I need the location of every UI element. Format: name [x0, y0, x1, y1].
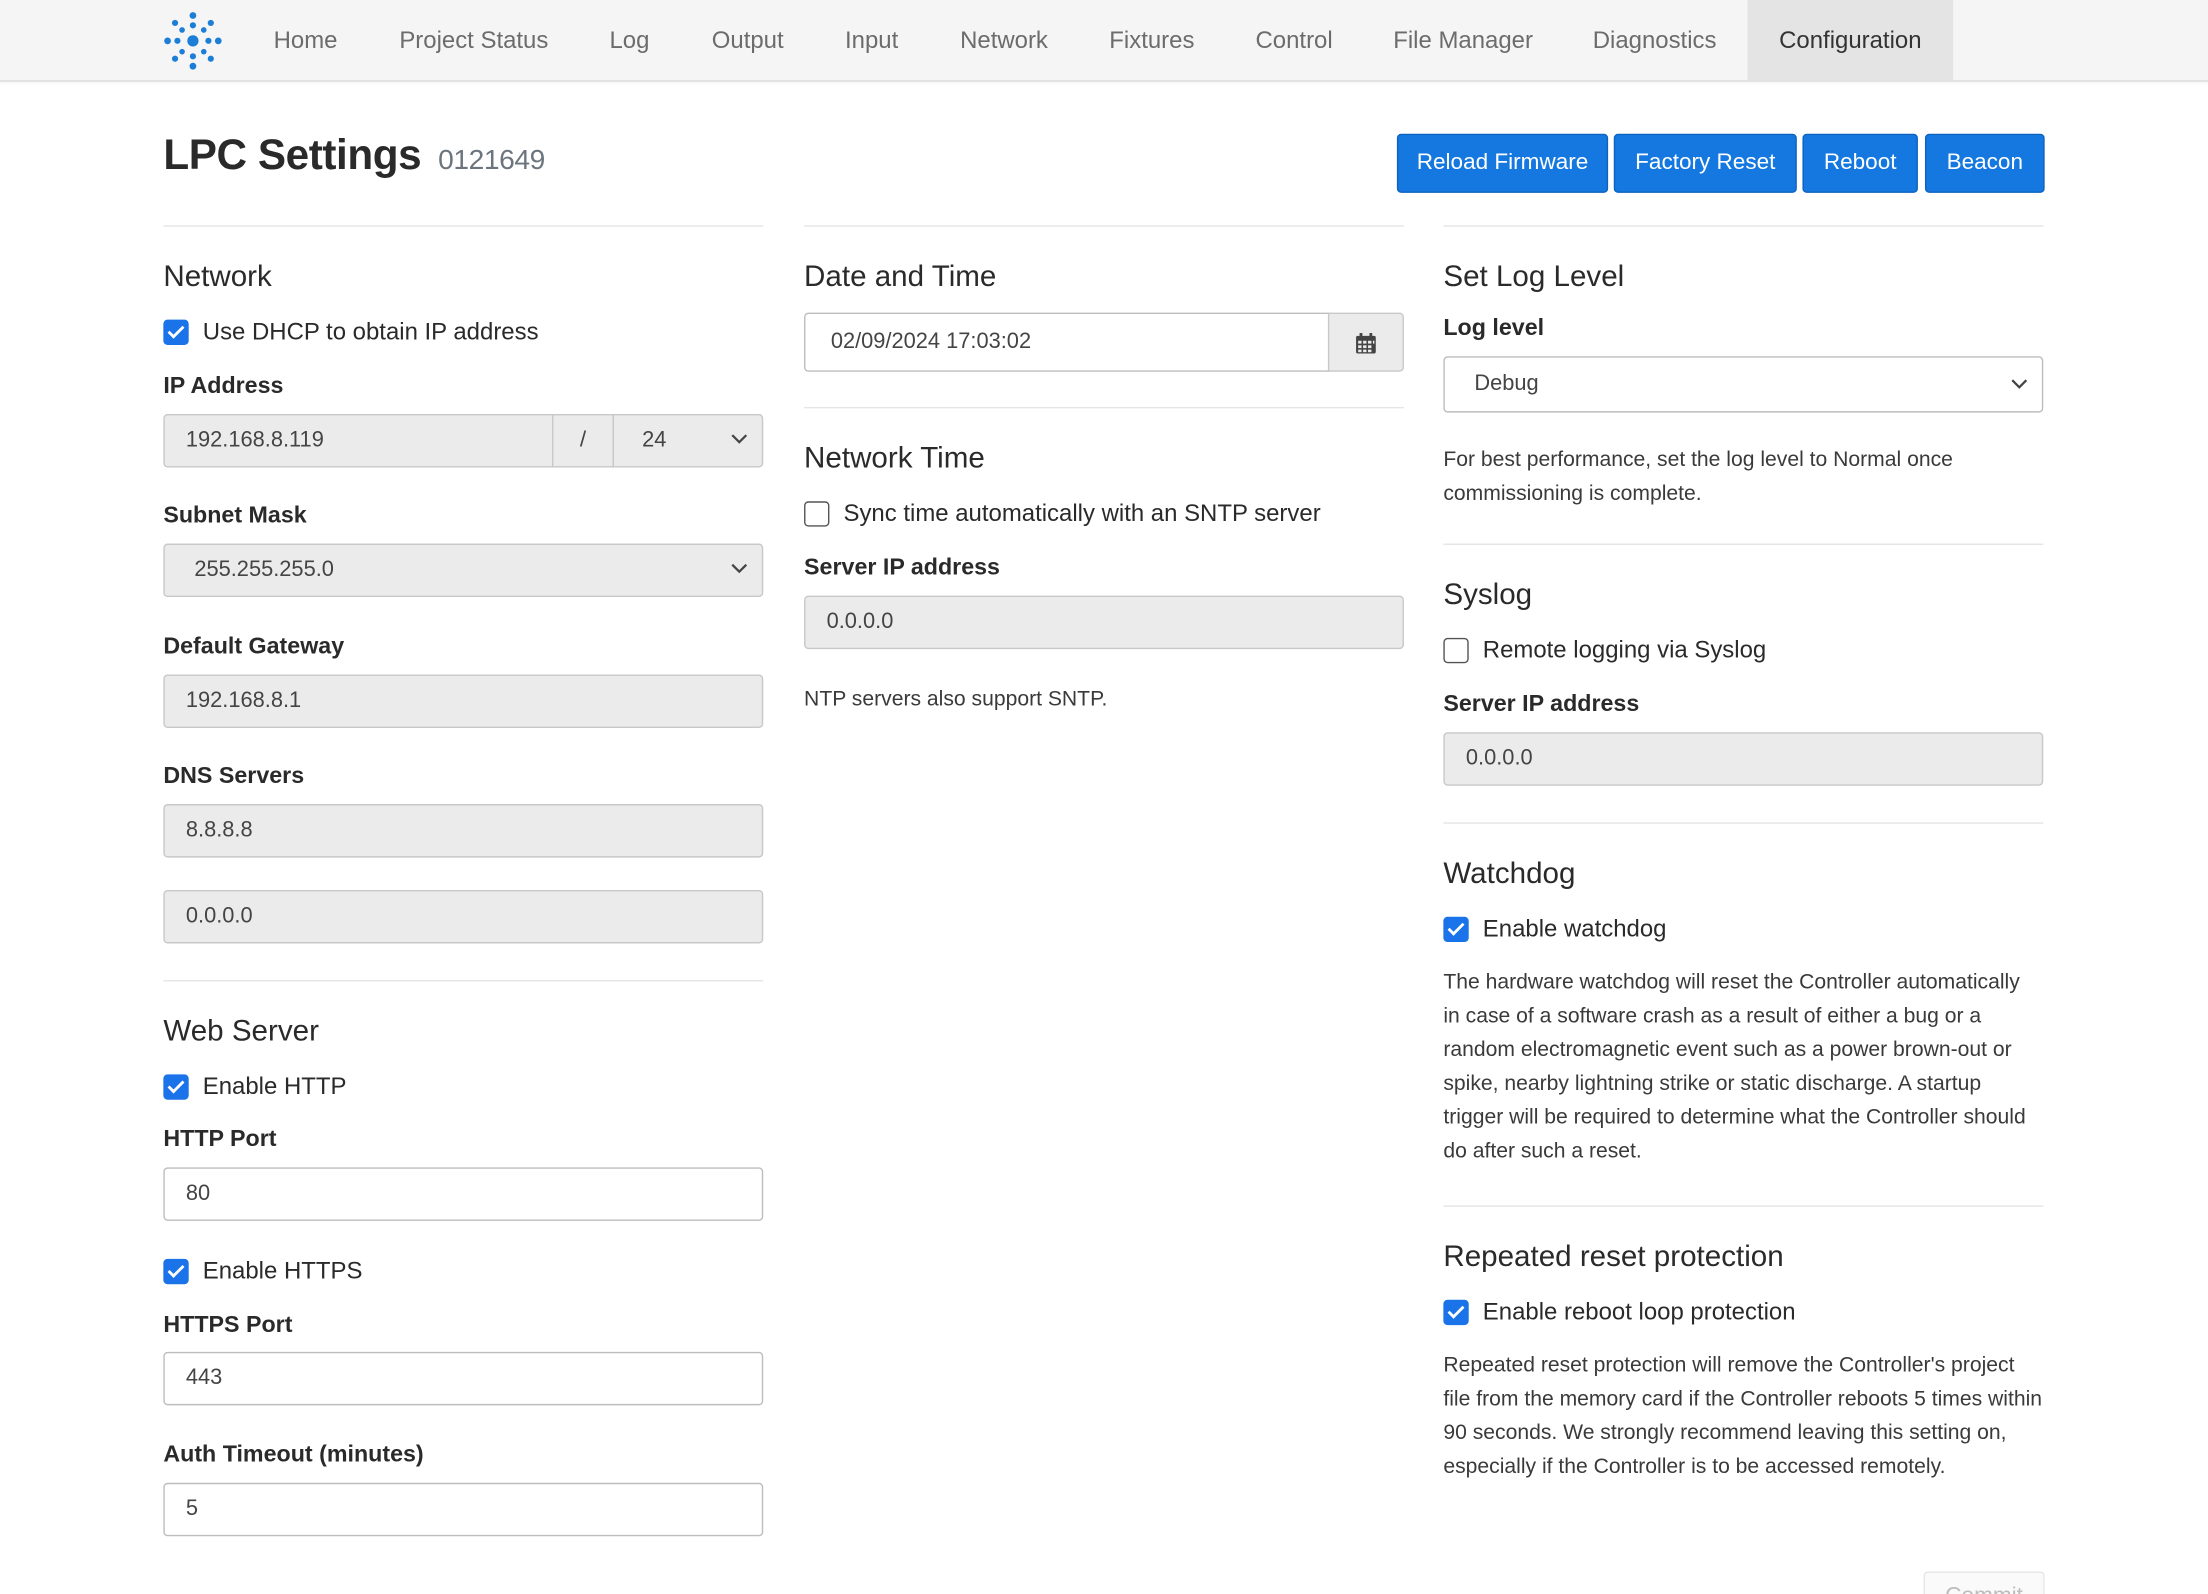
network-heading: Network: [163, 260, 272, 293]
page-title: LPC Settings 0121649: [163, 132, 545, 180]
nav-log[interactable]: Log: [586, 0, 673, 80]
divider: [1443, 1205, 2044, 1207]
dns-primary-input[interactable]: 8.8.8.8: [163, 804, 764, 858]
checkbox-checked-icon[interactable]: [163, 319, 189, 345]
page: Home Project Status Log Output Input Net…: [0, 0, 2208, 1594]
enable-https-checkbox[interactable]: Enable HTTPS: [163, 1255, 445, 1286]
watchdog-heading: Watchdog: [1443, 857, 1576, 890]
subnet-mask-select[interactable]: 255.255.255.0: [163, 543, 764, 598]
reboot-loop-checkbox[interactable]: Enable reboot loop protection: [1443, 1296, 1894, 1327]
enable-http-checkbox[interactable]: Enable HTTP: [163, 1070, 445, 1101]
factory-reset-button[interactable]: Factory Reset: [1613, 133, 1797, 193]
commit-button-clip: Commit: [1923, 1571, 2045, 1594]
http-port-input[interactable]: 80: [163, 1167, 764, 1221]
nav-configuration[interactable]: Configuration: [1747, 0, 1954, 81]
syslog-checkbox[interactable]: Remote logging via Syslog: [1443, 634, 1865, 665]
enable-http-label: Enable HTTP: [202, 1073, 347, 1100]
nav-home[interactable]: Home: [248, 0, 363, 80]
ip-prefix-select[interactable]: 24: [612, 413, 764, 468]
divider: [163, 980, 764, 982]
watchdog-note: The hardware watchdog will reset the Con…: [1443, 970, 2026, 1164]
chevron-down-icon: [2011, 379, 2028, 389]
divider: [804, 225, 1404, 227]
divider: [804, 406, 1404, 409]
log-level-note: For best performance, set the log level …: [1443, 447, 1953, 506]
network-time-heading: Network Time: [804, 442, 985, 475]
sntp-checkbox[interactable]: Sync time automatically with an SNTP ser…: [804, 497, 1395, 528]
default-gateway-label: Default Gateway: [163, 633, 345, 660]
nav-fixtures[interactable]: Fixtures: [1084, 0, 1219, 80]
ip-prefix-value: 24: [642, 428, 667, 453]
nav-input[interactable]: Input: [821, 0, 922, 80]
checkbox-checked-icon[interactable]: [1443, 916, 1469, 943]
divider: [1443, 543, 2044, 545]
default-gateway-input[interactable]: 192.168.8.1: [163, 674, 764, 729]
auth-timeout-label: Auth Timeout (minutes): [163, 1441, 424, 1468]
log-level-value: Debug: [1474, 371, 1539, 396]
syslog-server-ip-label: Server IP address: [1443, 691, 1640, 717]
reset-protection-note: Repeated reset protection will remove th…: [1443, 1353, 2043, 1479]
serial-number: 0121649: [438, 145, 545, 177]
calendar-icon: [1356, 333, 1376, 354]
brand-logo-icon[interactable]: [162, 10, 224, 72]
watchdog-checkbox[interactable]: Enable watchdog: [1443, 912, 1865, 943]
https-port-input[interactable]: 443: [163, 1351, 764, 1406]
nav-network[interactable]: Network: [935, 0, 1073, 80]
ntp-note: NTP servers also support SNTP.: [804, 687, 1108, 712]
calendar-button[interactable]: [1327, 312, 1404, 372]
beacon-button[interactable]: Beacon: [1924, 133, 2045, 193]
sntp-label: Sync time automatically with an SNTP ser…: [843, 499, 1321, 527]
dns-secondary-input[interactable]: 0.0.0.0: [163, 889, 764, 944]
syslog-label: Remote logging via Syslog: [1482, 636, 1767, 664]
syslog-heading: Syslog: [1443, 578, 1533, 612]
reset-protection-heading: Repeated reset protection: [1443, 1240, 1784, 1273]
ntp-server-ip-input[interactable]: 0.0.0.0: [804, 595, 1404, 650]
ntp-server-ip-label: Server IP address: [804, 554, 1000, 581]
reboot-loop-label: Enable reboot loop protection: [1482, 1298, 1796, 1326]
subnet-mask-value: 255.255.255.0: [194, 557, 334, 582]
set-log-level-heading: Set Log Level: [1443, 260, 1625, 293]
page-title-text: LPC Settings: [163, 132, 422, 179]
log-level-select[interactable]: Debug: [1443, 356, 2044, 413]
divider: [1443, 225, 2044, 227]
nav-file-manager[interactable]: File Manager: [1370, 0, 1556, 80]
ip-address-label: IP Address: [163, 373, 284, 399]
chevron-down-icon: [731, 563, 748, 574]
dhcp-checkbox[interactable]: Use DHCP to obtain IP address: [163, 315, 585, 346]
divider: [1443, 822, 2044, 824]
dns-servers-label: DNS Servers: [163, 763, 305, 789]
ip-prefix-separator: /: [551, 413, 614, 468]
subnet-mask-label: Subnet Mask: [163, 502, 307, 529]
date-time-heading: Date and Time: [804, 260, 997, 293]
enable-https-label: Enable HTTPS: [202, 1257, 363, 1285]
checkbox-unchecked-icon[interactable]: [804, 501, 830, 527]
divider: [163, 225, 764, 227]
checkbox-checked-icon[interactable]: [163, 1074, 189, 1100]
nav-control[interactable]: Control: [1231, 0, 1358, 80]
syslog-server-ip-input[interactable]: 0.0.0.0: [1443, 732, 2044, 786]
nav-output[interactable]: Output: [684, 0, 811, 80]
auth-timeout-input[interactable]: 5: [163, 1482, 764, 1537]
top-navbar: Home Project Status Log Output Input Net…: [0, 0, 2208, 82]
nav-project-status[interactable]: Project Status: [372, 0, 576, 80]
reload-firmware-button[interactable]: Reload Firmware: [1396, 133, 1609, 193]
chevron-down-icon: [731, 434, 748, 444]
checkbox-unchecked-icon[interactable]: [1443, 637, 1469, 664]
date-time-input[interactable]: 02/09/2024 17:03:02: [804, 312, 1331, 372]
checkbox-checked-icon[interactable]: [1443, 1299, 1469, 1326]
ip-address-input[interactable]: 192.168.8.119: [163, 413, 554, 468]
commit-button[interactable]: Commit: [1923, 1571, 2045, 1594]
http-port-label: HTTP Port: [163, 1126, 277, 1152]
watchdog-label: Enable watchdog: [1482, 915, 1667, 943]
web-server-heading: Web Server: [163, 1015, 319, 1048]
checkbox-checked-icon[interactable]: [163, 1258, 189, 1285]
https-port-label: HTTPS Port: [163, 1312, 293, 1338]
log-level-label: Log level: [1443, 315, 1545, 341]
reboot-button[interactable]: Reboot: [1802, 133, 1918, 193]
nav-diagnostics[interactable]: Diagnostics: [1567, 0, 1742, 80]
dhcp-label: Use DHCP to obtain IP address: [202, 318, 539, 345]
